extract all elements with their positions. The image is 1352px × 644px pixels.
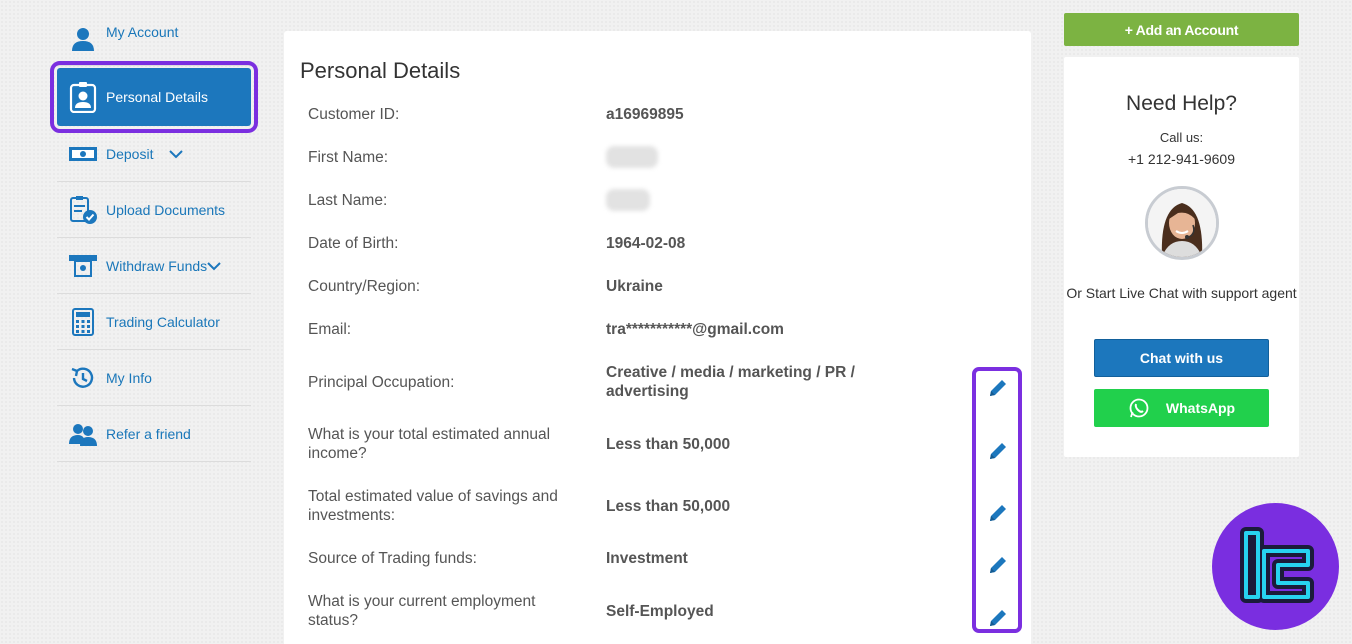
sidebar-item-personal-details[interactable]: Personal Details [50,61,258,133]
detail-value: Creative / media / marketing / PR / adve… [606,364,855,400]
sidebar-item-my-info[interactable]: My Info [57,350,251,406]
help-panel: Need Help? Call us: +1 212-941-9609 Or S… [1064,57,1299,457]
detail-label: What is your total estimated annual inco… [308,426,551,462]
sidebar-nav: My Account Personal Details Deposit Uplo… [50,12,258,462]
detail-value: Self-Employed [606,603,714,620]
chevron-down-icon[interactable] [207,261,221,271]
sidebar-item-label: Withdraw Funds [106,257,208,274]
chat-with-us-button[interactable]: Chat with us [1094,339,1269,377]
brand-logo-badge [1212,503,1339,630]
sidebar-item-label: Personal Details [106,89,208,105]
edit-buttons-highlight [972,367,1022,633]
detail-value: Less than 50,000 [606,498,731,515]
edit-source-funds-pencil-icon[interactable] [987,554,1009,576]
chevron-down-icon[interactable] [169,149,184,159]
sidebar-item-withdraw-funds[interactable]: Withdraw Funds [57,238,251,294]
brand-logo-icon [1240,527,1314,603]
detail-value-redacted [606,146,876,173]
detail-label: Email: [308,321,352,338]
redaction-blur [606,189,650,211]
detail-label: Customer ID: [308,106,400,123]
redaction-blur [606,146,658,168]
detail-value: tra***********@gmail.com [606,321,784,338]
support-phone: +1 212-941-9609 [1127,151,1236,167]
edit-income-pencil-icon[interactable] [987,440,1009,462]
sidebar-item-label: Upload Documents [106,201,226,218]
sidebar-item-label: Refer a friend [106,425,191,442]
sidebar-item-upload-documents[interactable]: Upload Documents [57,182,251,238]
edit-occupation-pencil-icon[interactable] [987,377,1009,399]
id-badge-icon [65,82,101,113]
whatsapp-label: WhatsApp [1165,400,1236,416]
atm-withdraw-icon [65,251,101,281]
detail-value: Ukraine [606,278,663,295]
sidebar-item-my-account[interactable]: My Account [57,12,251,66]
detail-value: Less than 50,000 [606,436,731,453]
calculator-icon [65,307,101,337]
banknote-icon [65,139,101,169]
detail-value: a16969895 [606,106,684,123]
detail-label: First Name: [308,149,389,166]
detail-label: Last Name: [308,192,388,209]
detail-value: Investment [606,550,688,567]
detail-label: Principal Occupation: [308,374,455,391]
sidebar-item-label: My Info [106,369,152,386]
add-account-button[interactable]: + Add an Account [1064,13,1299,46]
call-us-label: Call us: [1159,130,1204,145]
sidebar-item-trading-calculator[interactable]: Trading Calculator [57,294,251,350]
detail-label: Country/Region: [308,278,421,295]
detail-value: 1964-02-08 [606,235,686,252]
sidebar-item-deposit[interactable]: Deposit [57,126,251,182]
whatsapp-icon [1129,398,1149,418]
sidebar-item-label: Deposit [106,145,154,162]
whatsapp-button[interactable]: WhatsApp [1094,389,1269,427]
user-icon [65,24,101,54]
history-icon [65,363,101,393]
detail-label: Date of Birth: [308,235,399,252]
live-chat-text: Or Start Live Chat with support agent [1066,285,1297,301]
page-title: Personal Details [300,58,461,83]
edit-employment-pencil-icon[interactable] [987,607,1009,629]
detail-value-redacted [606,189,876,216]
support-agent-avatar [1144,186,1219,260]
sidebar-item-label: Trading Calculator [106,313,220,330]
document-check-icon [65,195,101,225]
help-title: Need Help? [1126,92,1237,115]
sidebar-item-label: My Account [106,24,179,40]
detail-label: What is your current employment status? [308,593,536,629]
detail-label: Total estimated value of savings and inv… [308,488,558,524]
sidebar-item-refer-a-friend[interactable]: Refer a friend [57,406,251,462]
personal-details-panel: Personal Details Customer ID: a16969895 … [284,31,1031,644]
detail-label: Source of Trading funds: [308,550,477,567]
edit-savings-pencil-icon[interactable] [987,502,1009,524]
users-icon [65,419,101,449]
